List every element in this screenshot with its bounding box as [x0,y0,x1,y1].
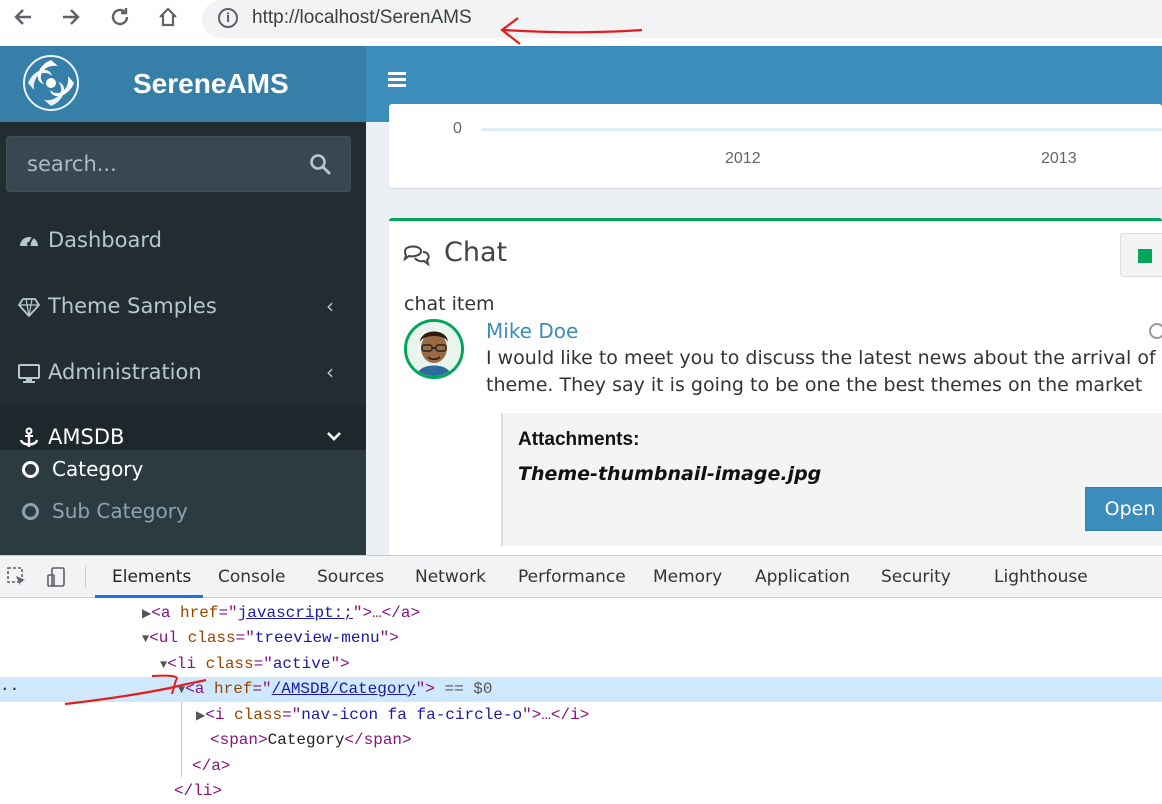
app-viewport: SereneAMS Dashboard [0,46,1162,555]
devtools-panel: Elements Console Sources Network Perform… [0,555,1162,800]
chart-baseline [481,128,1162,131]
comments-icon [403,245,430,267]
url-text[interactable]: http://localhost/SerenAMS [252,7,472,29]
tab-memory[interactable]: Memory [653,567,722,587]
back-arrow-icon[interactable] [8,6,38,32]
search-input[interactable] [7,137,297,191]
logo-icon [23,55,79,111]
chart-panel: 0 2012 2013 [389,104,1162,188]
address-bar[interactable]: i http://localhost/SerenAMS [202,0,1162,38]
sidebar-search [6,136,351,192]
submenu-item-label: Category [52,457,144,481]
submenu-item-sub-category[interactable]: Sub Category [0,494,366,532]
attachment-box: Attachments: Theme-thumbnail-image.jpg O… [501,413,1162,546]
reload-icon[interactable] [105,6,135,32]
info-icon[interactable]: i [218,8,238,28]
x-tick-label: 2013 [1041,150,1077,167]
clock-icon [1149,323,1162,339]
inspect-element-icon[interactable] [6,566,28,588]
tab-console[interactable]: Console [218,567,286,587]
dom-node-line[interactable]: ▼<ul class="treeview-menu"> [0,626,1162,651]
status-square-icon [1138,249,1152,263]
sidebar-item-label: Theme Samples [48,294,217,318]
chat-panel: Chat chat item Mike Doe I would like to … [389,218,1162,555]
dom-node-line-selected[interactable]: ·· ▼<a href="/AMSDB/Category"> == $0 [0,677,1162,702]
tab-network[interactable]: Network [415,567,486,587]
desktop-icon [18,364,40,383]
dom-node-line[interactable]: <span>Category</span> [0,728,1162,753]
x-tick-label: 2012 [725,150,761,167]
sidebar-item-dashboard[interactable]: Dashboard [0,209,366,273]
chat-title: Chat [444,237,508,268]
dom-node-line[interactable]: </li> [0,779,1162,804]
tab-lighthouse[interactable]: Lighthouse [994,567,1088,587]
circle-icon [22,503,39,520]
amsdb-submenu: Category Sub Category [0,450,366,555]
open-button[interactable]: Open [1085,487,1162,531]
sidebar-item-label: Dashboard [48,228,162,252]
avatar [404,319,464,379]
browser-toolbar: i http://localhost/SerenAMS [0,0,1162,46]
diamond-icon [18,298,40,318]
chat-author-link[interactable]: Mike Doe [486,319,578,343]
logo-area[interactable]: SereneAMS [0,46,366,122]
tree-guide-line [181,702,182,777]
search-icon[interactable] [309,153,331,175]
tab-sources[interactable]: Sources [317,567,384,587]
devtools-tabbar: Elements Console Sources Network Perform… [0,556,1162,598]
hamburger-menu-icon[interactable] [388,72,406,92]
sidebar: Dashboard Theme Samples ‹ Administration… [0,122,366,555]
chat-message-line: I would like to meet you to discuss the … [486,347,1162,369]
tab-application[interactable]: Application [755,567,850,587]
anchor-icon [19,427,39,447]
toolbar-divider [85,566,86,588]
chevron-left-icon: ‹ [326,294,334,318]
dashboard-icon [20,236,38,246]
device-toggle-icon[interactable] [46,566,68,588]
forward-arrow-icon[interactable] [56,6,86,32]
tab-performance[interactable]: Performance [518,567,626,587]
submenu-item-label: Sub Category [52,499,188,523]
chat-item-label: chat item [404,293,495,315]
status-button[interactable] [1120,233,1162,277]
dom-node-line[interactable]: ▶<i class="nav-icon fa fa-circle-o">…</i… [0,703,1162,728]
chevron-left-icon: ‹ [326,360,334,384]
tab-elements[interactable]: Elements [112,567,191,587]
brand-name: SereneAMS [133,68,289,99]
circle-icon [22,461,39,478]
dom-node-line[interactable]: </a> [0,754,1162,779]
sidebar-item-theme-samples[interactable]: Theme Samples ‹ [0,275,366,339]
attachments-heading: Attachments: [518,429,640,450]
attachment-filename: Theme-thumbnail-image.jpg [518,463,822,485]
sidebar-item-label: Administration [48,360,202,384]
sidebar-item-label: AMSDB [48,425,125,449]
submenu-item-category[interactable]: Category [0,452,366,490]
chevron-down-icon [327,432,341,441]
sidebar-item-administration[interactable]: Administration ‹ [0,341,366,405]
dom-node-line[interactable]: ▶<a href="javascript:;">…</a> [0,601,1162,626]
elements-tree: ▶<a href="javascript:;">…</a> ▼<ul class… [0,598,1162,801]
tab-security[interactable]: Security [881,567,951,587]
ellipsis-icon: ·· [0,680,20,698]
y-tick-label: 0 [453,120,462,137]
dom-node-line[interactable]: ▼<li class="active"> [0,652,1162,677]
chat-message-line: theme. They say it is going to be one th… [486,374,1143,396]
home-icon[interactable] [153,6,183,32]
